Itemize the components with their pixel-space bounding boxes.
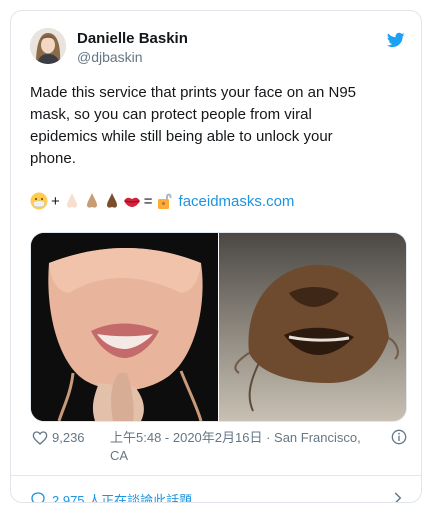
emoji-line: + = faceidmasks.com (30, 189, 294, 213)
heart-icon[interactable] (32, 430, 48, 446)
chevron-right-icon[interactable] (391, 491, 405, 503)
likes-count-group[interactable]: 9,236 (32, 429, 85, 447)
plus-sign: + (51, 192, 60, 210)
author-handle[interactable]: @djbaskin (77, 49, 143, 65)
unlocked-lock-emoji-icon (157, 193, 172, 209)
mask-photo-1[interactable] (31, 233, 218, 421)
tweet-card: Danielle Baskin @djbaskin Made this serv… (10, 10, 422, 503)
equals-sign: = (143, 192, 153, 210)
conversation-count[interactable]: 2,975 人正在談論此話題 (52, 490, 192, 503)
divider (11, 475, 421, 476)
tweet-meta: 9,236 上午5:48 - 2020年2月16日 · San Francisc… (32, 429, 407, 463)
avatar[interactable] (30, 28, 66, 64)
timestamp[interactable]: 上午5:48 - 2020年2月16日 · San Francisco, CA (110, 429, 380, 465)
mask-photo-2[interactable] (219, 233, 406, 421)
speech-bubble-icon (31, 492, 45, 502)
lips-emoji-icon (123, 197, 140, 207)
mask-face-emoji-icon (30, 192, 48, 210)
nose-medium-emoji-icon (86, 193, 97, 208)
twitter-bird-icon[interactable] (387, 31, 405, 49)
author-name[interactable]: Danielle Baskin (77, 30, 188, 47)
tweet-media[interactable] (30, 232, 407, 422)
info-icon[interactable] (391, 429, 407, 445)
tweet-text: Made this service that prints your face … (30, 84, 357, 167)
conversation-footer[interactable]: 2,975 人正在談論此話題 (30, 487, 405, 503)
faceidmasks-link[interactable]: faceidmasks.com (179, 193, 295, 210)
nose-light-emoji-icon (66, 193, 77, 208)
tweet-header: Danielle Baskin @djbaskin (30, 28, 405, 76)
nose-dark-emoji-icon (106, 193, 117, 208)
likes-count: 9,236 (52, 430, 85, 445)
